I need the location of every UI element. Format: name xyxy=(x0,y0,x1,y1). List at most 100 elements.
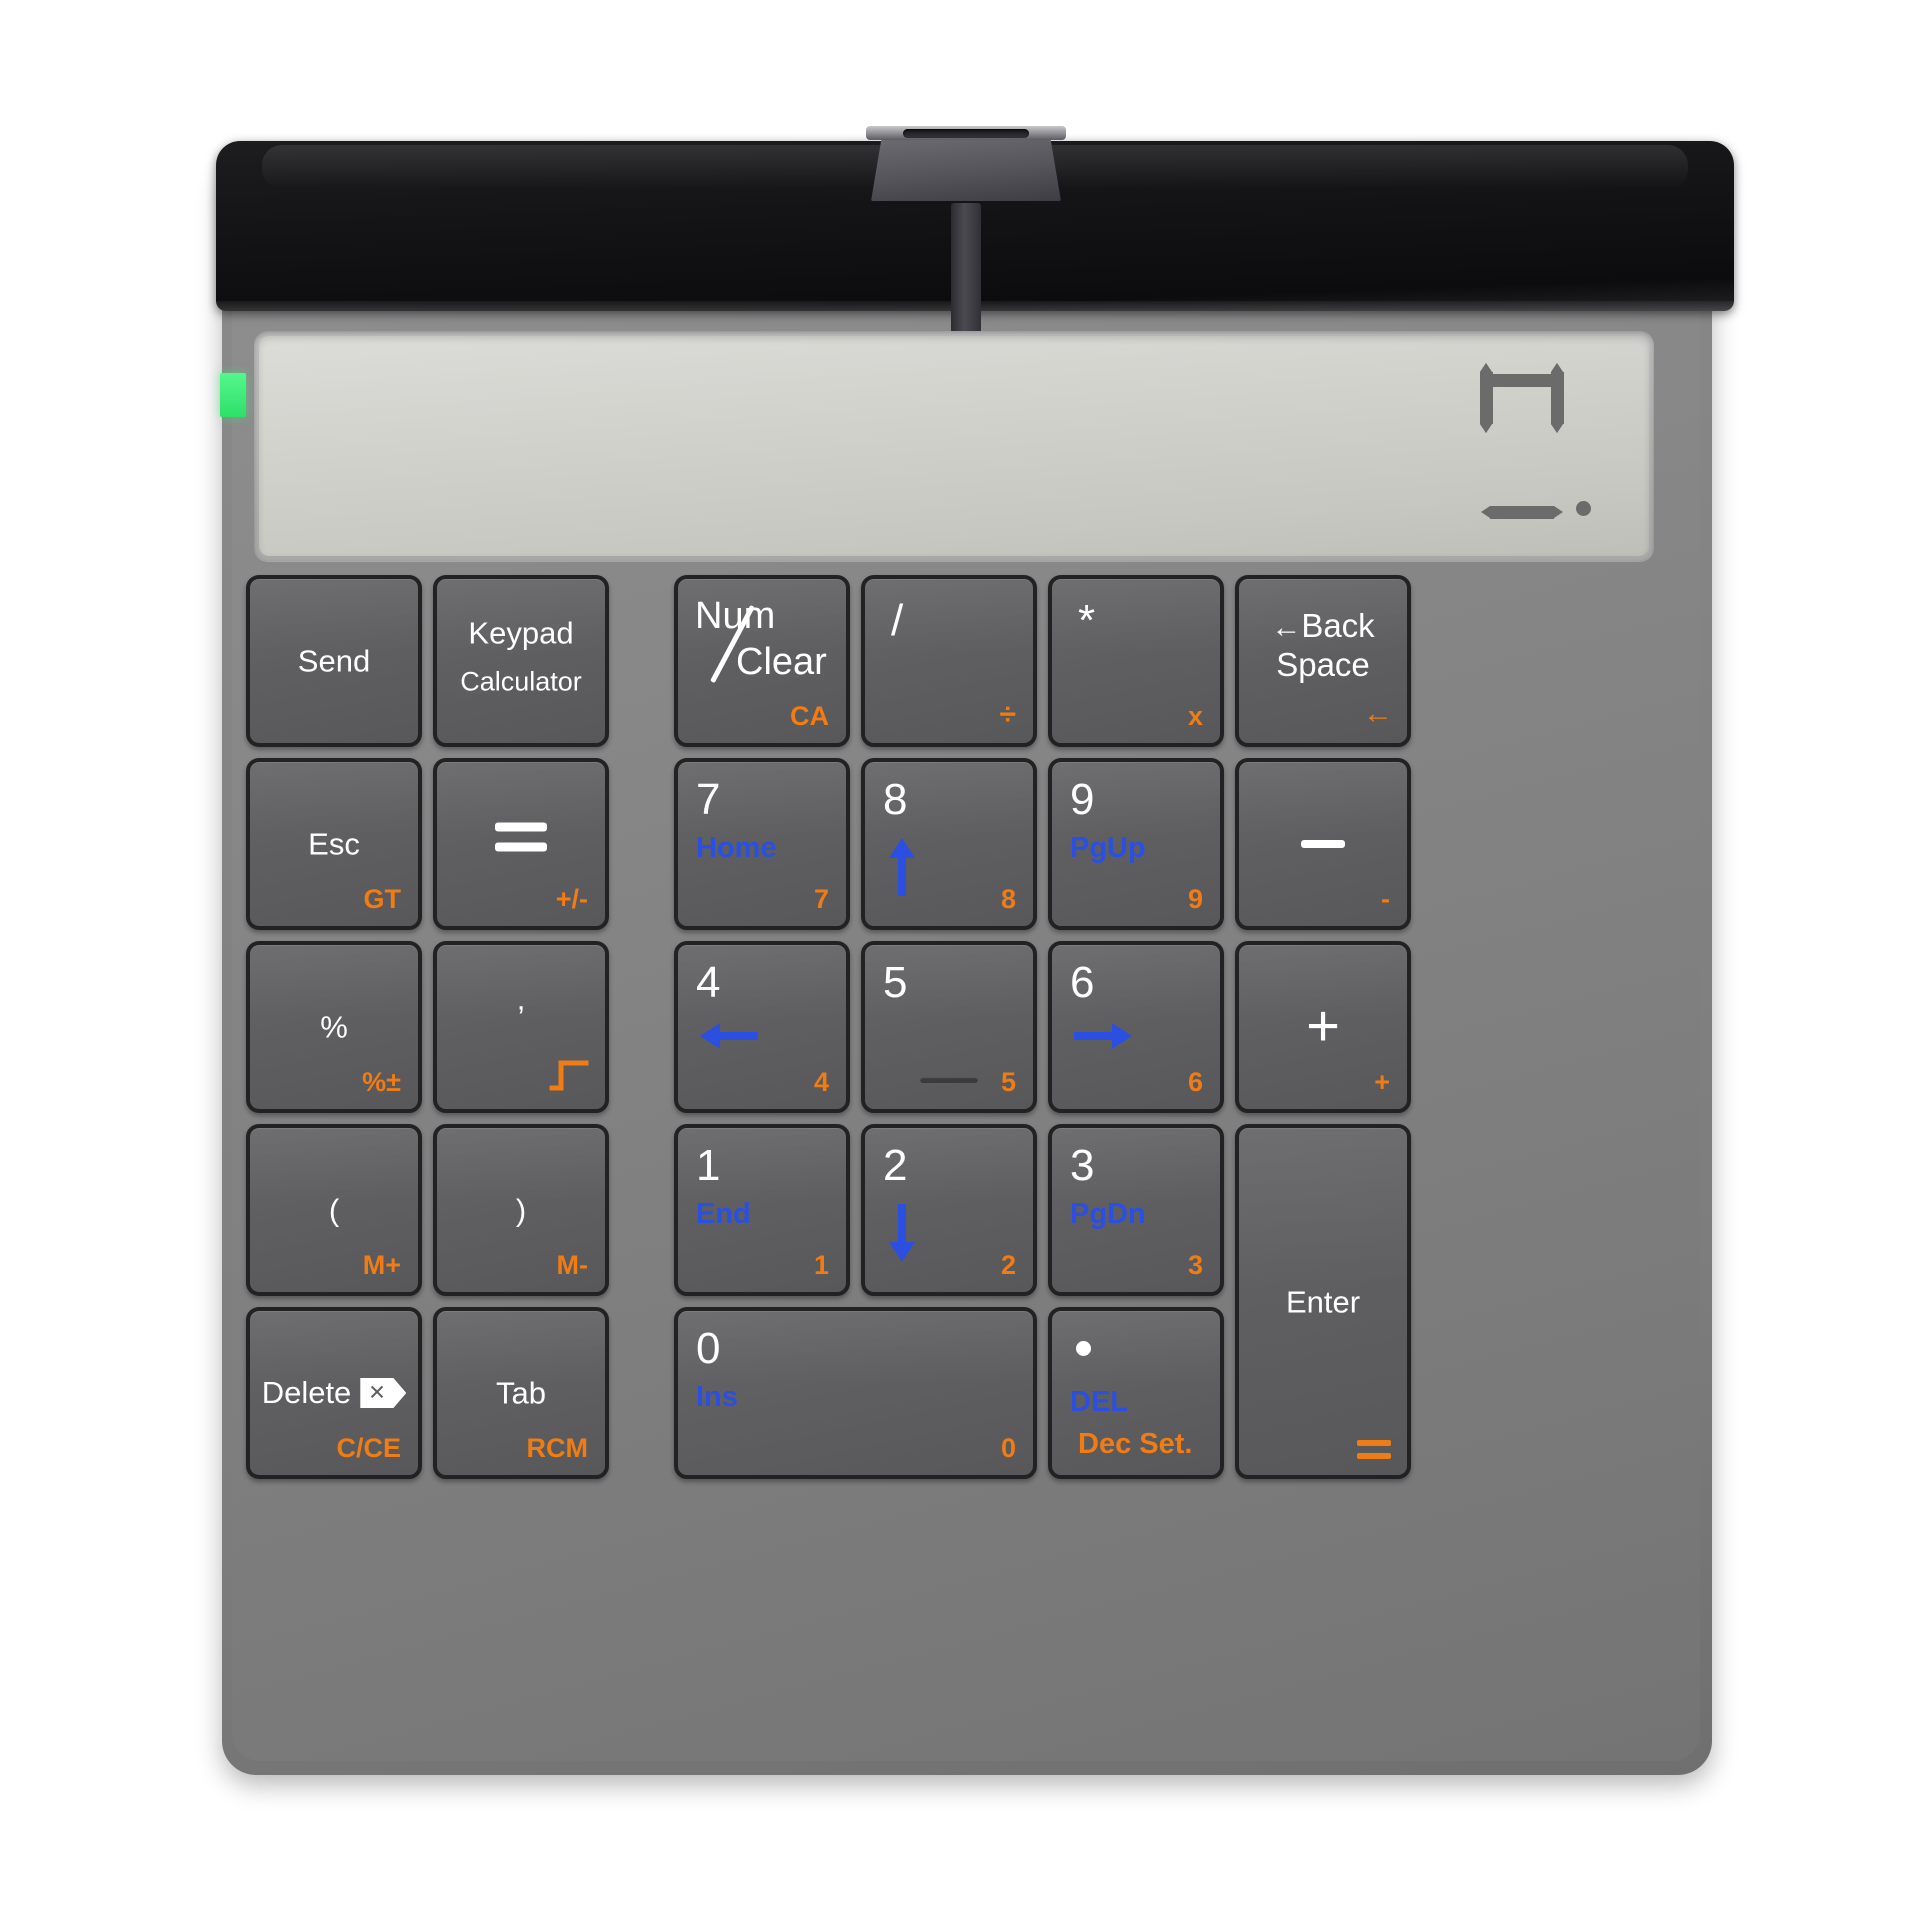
key-num-clear-alt-ca: CA xyxy=(790,701,829,731)
arrow-right-icon xyxy=(1072,1019,1134,1058)
screenshot-root: Send Keypad Calculator Esc GT +/- % %± ,… xyxy=(0,0,1919,1919)
key-8[interactable]: 8 8 xyxy=(861,758,1037,930)
equals-glyph xyxy=(495,822,547,852)
key-enter-label: Enter xyxy=(1285,1284,1361,1319)
key-equals[interactable]: +/- xyxy=(433,758,609,930)
key-esc[interactable]: Esc GT xyxy=(246,758,422,930)
key-1-orange: 1 xyxy=(813,1250,829,1280)
key-6[interactable]: 6 6 xyxy=(1048,941,1224,1113)
key-keypad-label: Keypad xyxy=(468,615,574,651)
key-3-alt-pgdn: PgDn xyxy=(1070,1198,1146,1230)
key-4-label: 4 xyxy=(696,958,721,1007)
key-3-orange: 3 xyxy=(1187,1250,1203,1280)
key-comma[interactable]: , xyxy=(433,941,609,1113)
key-percent-label: % xyxy=(320,1009,348,1045)
key-6-orange: 6 xyxy=(1187,1067,1203,1097)
key-3[interactable]: 3 PgDn 3 xyxy=(1048,1124,1224,1296)
key-backspace-label2: Space xyxy=(1276,645,1370,683)
key-1[interactable]: 1 End 1 xyxy=(674,1124,850,1296)
key-calculator-label: Calculator xyxy=(460,666,582,697)
key-9[interactable]: 9 PgUp 9 xyxy=(1048,758,1224,930)
plus-glyph: + xyxy=(1306,993,1340,1059)
key-percent-alt: %± xyxy=(362,1067,401,1097)
delete-x-icon: ✕ xyxy=(360,1378,407,1408)
key-7-orange: 7 xyxy=(813,884,829,914)
key-paren-open[interactable]: ( M+ xyxy=(246,1124,422,1296)
key-paren-close-label: ) xyxy=(515,1192,527,1228)
key-7[interactable]: 7 Home 7 xyxy=(674,758,850,930)
key-keypad-calculator[interactable]: Keypad Calculator xyxy=(433,575,609,747)
receiver-usb-slot xyxy=(903,129,1029,138)
key-0-label: 0 xyxy=(696,1324,721,1373)
key-memory-minus: M- xyxy=(556,1250,588,1280)
key-decimal[interactable]: DEL Dec Set. xyxy=(1048,1307,1224,1479)
key-7-label: 7 xyxy=(696,775,721,824)
key-paren-open-label: ( xyxy=(328,1192,340,1228)
key-4-orange: 4 xyxy=(813,1067,829,1097)
key-2[interactable]: 2 2 xyxy=(861,1124,1037,1296)
key-comma-label: , xyxy=(516,981,526,1017)
key-delete-row: Delete ✕ xyxy=(250,1375,418,1411)
backspace-arrow-icon: ← xyxy=(1271,611,1302,644)
key-divide-label: / xyxy=(891,596,904,645)
key-send-label: Send xyxy=(297,643,371,679)
home-key-tactile-bar xyxy=(920,1077,978,1083)
key-send[interactable]: Send xyxy=(246,575,422,747)
key-memory-plus: M+ xyxy=(362,1250,401,1280)
key-multiply-label: * xyxy=(1078,596,1096,645)
arrow-down-icon xyxy=(885,1202,919,1269)
key-8-orange: 8 xyxy=(1000,884,1016,914)
key-0[interactable]: 0 Ins 0 xyxy=(674,1307,1037,1479)
key-enter[interactable]: Enter xyxy=(1235,1124,1411,1479)
key-backspace[interactable]: ←Back Space ← xyxy=(1235,575,1411,747)
key-enter-alt-equals xyxy=(1357,1440,1391,1459)
key-4[interactable]: 4 4 xyxy=(674,941,850,1113)
lcd-display xyxy=(259,336,1649,556)
key-decimal-alt-del: DEL xyxy=(1070,1386,1128,1418)
key-decimal-alt-decset: Dec Set. xyxy=(1078,1428,1193,1460)
arrow-up-icon xyxy=(885,836,919,903)
key-delete[interactable]: Delete ✕ C/CE xyxy=(246,1307,422,1479)
key-tab-alt-rcm: RCM xyxy=(526,1433,589,1463)
function-key-block: Send Keypad Calculator Esc GT +/- % %± ,… xyxy=(246,575,609,1479)
key-percent[interactable]: % %± xyxy=(246,941,422,1113)
receiver-stem xyxy=(951,203,981,333)
key-num-clear[interactable]: Num Clear CA xyxy=(674,575,850,747)
device-inner-shell: Send Keypad Calculator Esc GT +/- % %± ,… xyxy=(216,126,1734,1761)
key-backspace-label: Back xyxy=(1301,607,1375,644)
key-5-orange: 5 xyxy=(1000,1067,1016,1097)
lcd-digit-zero xyxy=(1478,363,1566,520)
key-multiply-alt: x xyxy=(1187,701,1203,731)
key-6-label: 6 xyxy=(1070,958,1095,1007)
key-paren-close[interactable]: ) M- xyxy=(433,1124,609,1296)
key-minus-orange: - xyxy=(1381,884,1390,914)
key-3-label: 3 xyxy=(1070,1141,1095,1190)
key-tab[interactable]: Tab RCM xyxy=(433,1307,609,1479)
key-7-alt-home: Home xyxy=(696,832,777,864)
key-divide-alt: ÷ xyxy=(999,698,1016,731)
key-2-label: 2 xyxy=(883,1141,908,1190)
key-2-orange: 2 xyxy=(1000,1250,1016,1280)
power-led-indicator xyxy=(220,373,246,417)
key-esc-label: Esc xyxy=(308,826,360,862)
key-divide[interactable]: / ÷ xyxy=(861,575,1037,747)
lcd-digit-group xyxy=(1478,363,1591,520)
key-plus-orange: + xyxy=(1374,1067,1390,1097)
key-tab-label: Tab xyxy=(496,1375,546,1411)
lcd-display-frame xyxy=(254,331,1654,561)
key-minus[interactable]: - xyxy=(1235,758,1411,930)
arrow-left-icon xyxy=(698,1019,760,1058)
key-multiply[interactable]: * x xyxy=(1048,575,1224,747)
key-plus[interactable]: + + xyxy=(1235,941,1411,1113)
numeric-keypad-device: Send Keypad Calculator Esc GT +/- % %± ,… xyxy=(216,126,1734,1775)
usb-receiver-dongle[interactable] xyxy=(871,133,1061,201)
key-clear-label: Clear xyxy=(736,641,827,683)
minus-glyph xyxy=(1301,840,1345,848)
key-0-orange: 0 xyxy=(1000,1433,1016,1463)
key-9-orange: 9 xyxy=(1187,884,1203,914)
key-5[interactable]: 5 5 xyxy=(861,941,1037,1113)
key-5-label: 5 xyxy=(883,958,908,1007)
key-equals-alt-plusminus: +/- xyxy=(555,884,588,914)
key-0-alt-ins: Ins xyxy=(696,1381,738,1413)
key-9-alt-pgup: PgUp xyxy=(1070,832,1146,864)
